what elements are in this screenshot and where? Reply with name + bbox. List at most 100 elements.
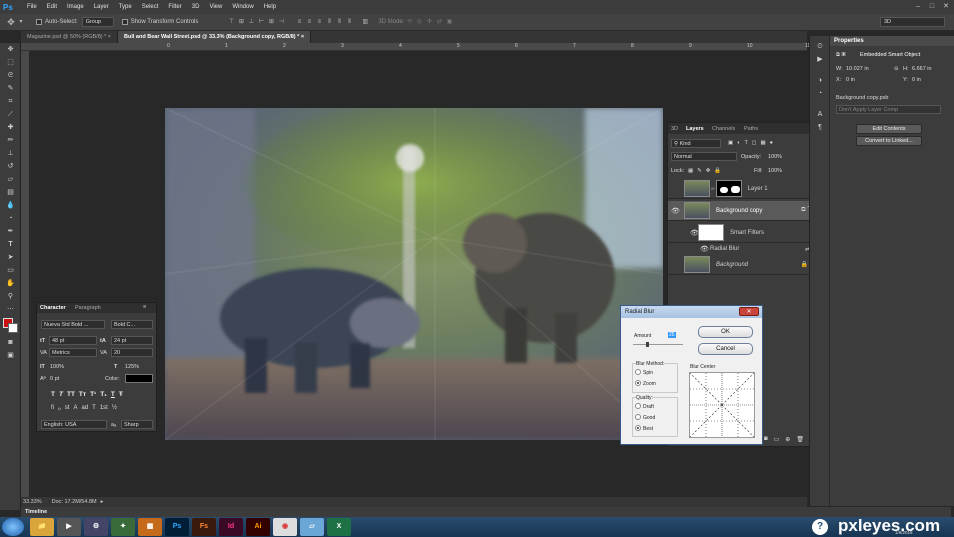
x-value[interactable]: 0 in: [846, 77, 855, 83]
3d-rotate-icon[interactable]: ⟲: [404, 18, 414, 27]
clone-stamp-tool-icon[interactable]: ⊥: [0, 147, 21, 160]
zoom-tool-icon[interactable]: ⚲: [0, 290, 21, 303]
add-mask-icon[interactable]: ◙: [764, 436, 768, 443]
layer-row-background[interactable]: Background 🔒: [668, 255, 816, 275]
type-tool-icon[interactable]: T: [0, 238, 21, 251]
align-vcenter-icon[interactable]: ⊞: [236, 18, 246, 27]
3d-slide-icon[interactable]: ⇄: [434, 18, 444, 27]
tracking-field[interactable]: 20: [111, 348, 153, 357]
tab-character[interactable]: Character: [40, 305, 66, 311]
tab-magazine[interactable]: Magazine.psd @ 50% (RGB/8) * ×: [21, 31, 119, 43]
font-size-field[interactable]: 48 pt: [49, 336, 97, 345]
layer-comp-select[interactable]: Don't Apply Layer Comp: [836, 105, 941, 114]
layer-row-layer-1[interactable]: ∞ Layer 1: [668, 179, 816, 199]
zoom-level[interactable]: 33.33%: [23, 499, 42, 505]
convert-to-linked-button[interactable]: Convert to Linked...: [856, 136, 922, 146]
dodge-tool-icon[interactable]: ◔: [0, 212, 21, 225]
tab-bull-and-bear[interactable]: Bull and Bear Wall Street.psd @ 33.3% (B…: [118, 31, 312, 43]
auto-align-icon[interactable]: ▥: [360, 18, 370, 27]
new-layer-icon[interactable]: ⊕: [785, 436, 790, 443]
quick-mask-icon[interactable]: ◙: [0, 336, 21, 349]
leading-field[interactable]: 24 pt: [111, 336, 153, 345]
status-arrow-icon[interactable]: ▸: [101, 499, 104, 505]
show-transform-checkbox[interactable]: [121, 19, 128, 25]
align-bottom-icon[interactable]: ⊥: [246, 18, 256, 27]
menu-select[interactable]: Select: [137, 4, 164, 10]
menu-layer[interactable]: Layer: [89, 4, 114, 10]
app-icon[interactable]: ✦: [111, 518, 135, 536]
illustrator-taskbar-icon[interactable]: Ai: [246, 518, 270, 536]
all-caps-button[interactable]: TT: [67, 391, 75, 398]
delete-layer-icon[interactable]: 🗑: [796, 436, 804, 443]
distribute-left-icon[interactable]: ⦀: [324, 18, 334, 27]
timeline-panel-tab[interactable]: Timeline: [21, 507, 951, 517]
menu-window[interactable]: Window: [227, 4, 258, 10]
eye-icon[interactable]: 👁: [690, 229, 699, 237]
media-player-icon[interactable]: ▶: [57, 518, 81, 536]
kerning-field[interactable]: Metrics: [49, 348, 97, 357]
amount-slider-thumb[interactable]: [645, 342, 649, 347]
font-family-select[interactable]: Nueva Std Bold ...: [41, 320, 105, 329]
horizontal-scale-field[interactable]: 125%: [125, 364, 139, 370]
3d-scale-icon[interactable]: ▣: [444, 18, 454, 27]
subscript-button[interactable]: T₁: [100, 391, 107, 398]
menu-filter[interactable]: Filter: [163, 4, 186, 10]
character-icon[interactable]: A: [810, 108, 830, 121]
faux-bold-button[interactable]: T: [51, 391, 55, 398]
tab-channels[interactable]: Channels: [712, 126, 735, 132]
3d-roll-icon[interactable]: ◎: [414, 18, 424, 27]
language-select[interactable]: English: USA: [41, 420, 107, 429]
adjustments-icon[interactable]: ◔: [810, 87, 830, 100]
paragraph-icon[interactable]: ¶: [810, 121, 830, 134]
distribute-hcenter-icon[interactable]: ⦀: [334, 18, 344, 27]
filter-row-radial-blur[interactable]: 👁 Radial Blur ⇌: [668, 243, 816, 255]
amount-slider-track[interactable]: [633, 344, 683, 345]
menu-3d[interactable]: 3D: [187, 4, 205, 10]
new-group-icon[interactable]: ▭: [774, 436, 780, 443]
eye-icon[interactable]: 👁: [700, 245, 709, 253]
move-tool-icon[interactable]: ✥: [6, 17, 16, 27]
spin-radio[interactable]: [635, 369, 641, 375]
path-select-tool-icon[interactable]: ➤: [0, 251, 21, 264]
photoshop-taskbar-icon[interactable]: Ps: [165, 518, 189, 536]
more-tools-icon[interactable]: ⋯: [0, 303, 21, 316]
panel-menu-icon[interactable]: ≡: [143, 304, 146, 310]
ligatures-button[interactable]: fi: [51, 405, 54, 412]
history-brush-tool-icon[interactable]: ↺: [0, 160, 21, 173]
superscript-button[interactable]: T¹: [90, 391, 96, 398]
distribute-top-icon[interactable]: ≡: [294, 18, 304, 27]
eyedropper-tool-icon[interactable]: ⟋: [0, 108, 21, 121]
distribute-bottom-icon[interactable]: ≡: [314, 18, 324, 27]
cancel-button[interactable]: Cancel: [698, 343, 753, 355]
small-caps-button[interactable]: Tт: [79, 391, 86, 398]
chevron-down-icon[interactable]: ▾: [16, 18, 26, 27]
opacity-field[interactable]: 100%: [768, 154, 782, 160]
tab-layers[interactable]: Layers: [686, 126, 704, 132]
align-top-icon[interactable]: ⊤: [226, 18, 236, 27]
text-color-swatch[interactable]: [125, 374, 153, 383]
eye-icon[interactable]: 👁: [671, 207, 680, 215]
shape-tool-icon[interactable]: ▭: [0, 264, 21, 277]
distribute-right-icon[interactable]: ⦀: [344, 18, 354, 27]
menu-edit[interactable]: Edit: [42, 4, 62, 10]
discretionary-ligatures-button[interactable]: st: [65, 405, 70, 412]
swash-button[interactable]: A: [73, 405, 77, 412]
menu-help[interactable]: Help: [259, 4, 281, 10]
ok-button[interactable]: OK: [698, 326, 753, 338]
move-tool-icon[interactable]: ✥: [0, 43, 21, 56]
close-icon[interactable]: ×: [301, 34, 304, 40]
distribute-vcenter-icon[interactable]: ≡: [304, 18, 314, 27]
layer-row-smart-filters[interactable]: 👁 Smart Filters: [668, 223, 816, 243]
lasso-tool-icon[interactable]: ᘓ: [0, 69, 21, 82]
actions-icon[interactable]: ▶: [810, 53, 830, 66]
properties-tab[interactable]: Properties: [830, 36, 954, 46]
workspace-dropdown[interactable]: 3D: [880, 17, 945, 27]
properties-icon[interactable]: ◑: [810, 74, 830, 87]
strikethrough-button[interactable]: Ŧ: [119, 391, 123, 398]
brush-tool-icon[interactable]: ✏: [0, 134, 21, 147]
eraser-tool-icon[interactable]: ▱: [0, 173, 21, 186]
lock-icons[interactable]: ▦✎✥🔒: [688, 168, 725, 174]
app-icon[interactable]: ▱: [300, 518, 324, 536]
app-icon[interactable]: ⚙: [84, 518, 108, 536]
menu-type[interactable]: Type: [114, 4, 137, 10]
